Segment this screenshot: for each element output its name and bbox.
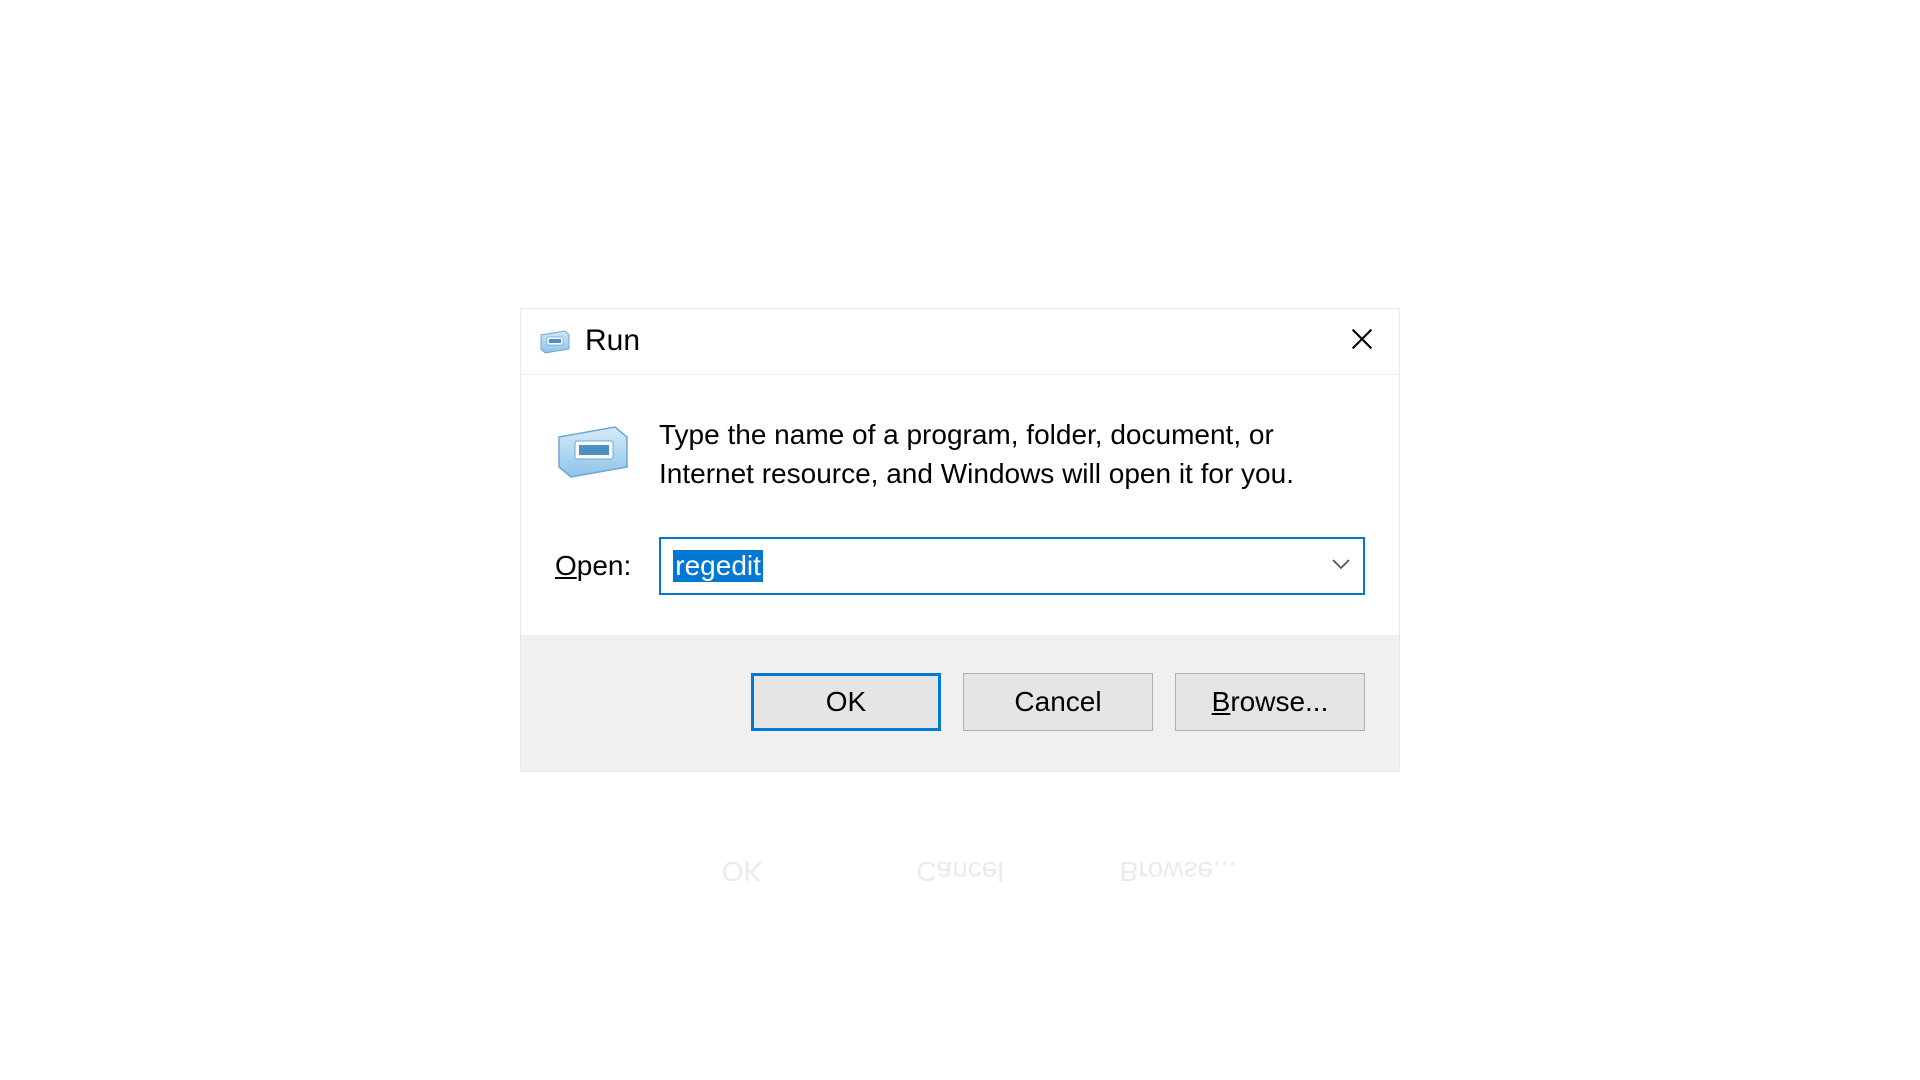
dialog-content: Type the name of a program, folder, docu…	[521, 375, 1399, 635]
titlebar-title: Run	[585, 324, 1337, 358]
button-bar: OK Cancel Browse...	[521, 635, 1399, 771]
run-dialog: Run	[520, 308, 1400, 772]
run-icon-large	[555, 419, 631, 479]
run-icon	[539, 325, 571, 357]
open-combobox[interactable]: regedit	[659, 537, 1365, 595]
ok-button[interactable]: OK	[751, 673, 941, 731]
open-input-value: regedit	[673, 550, 763, 582]
close-icon	[1348, 325, 1376, 358]
close-button[interactable]	[1337, 316, 1387, 366]
open-label: Open:	[555, 550, 631, 582]
description-text: Type the name of a program, folder, docu…	[659, 415, 1365, 493]
browse-button[interactable]: Browse...	[1175, 673, 1365, 731]
titlebar: Run	[521, 309, 1399, 375]
description-row: Type the name of a program, folder, docu…	[555, 415, 1365, 493]
reflection: OK Cancel Browse...	[647, 842, 1273, 900]
cancel-button[interactable]: Cancel	[963, 673, 1153, 731]
open-input-row: Open: regedit	[555, 537, 1365, 595]
open-input[interactable]: regedit	[659, 537, 1365, 595]
